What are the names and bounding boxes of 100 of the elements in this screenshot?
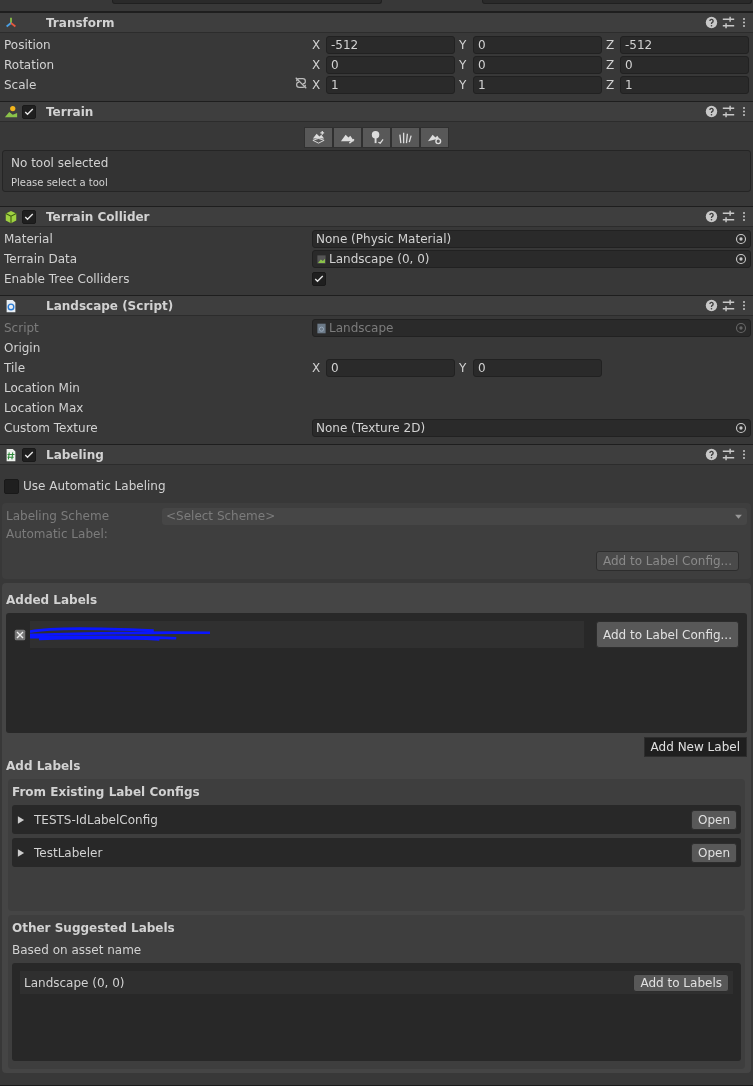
section-title: Added Labels [6,592,99,609]
number-field[interactable]: 0 [326,359,455,377]
checkbox[interactable] [4,478,19,494]
help-icon[interactable] [705,105,718,118]
axis-label: Z [606,77,616,94]
axis-label: Y [459,37,468,54]
expand-arrow-icon[interactable] [16,847,26,858]
add-new-label-button[interactable]: Add New Label [643,737,747,757]
field-label: Script [4,320,40,337]
checkbox[interactable] [312,272,326,286]
component-title: Terrain [46,103,95,121]
field-label: Scale [4,77,37,94]
checkbox-label: Use Automatic Labeling [23,478,166,495]
tree-icon [369,130,384,145]
suggestion-name: Landscape (0, 0) [24,974,126,992]
enable-checkbox[interactable] [22,104,36,119]
tool-button[interactable] [362,127,391,148]
number-field[interactable]: 0 [620,56,749,74]
component-header[interactable]: Transform [0,12,753,33]
field-label: Automatic Label: [6,526,109,543]
label-field[interactable] [30,621,584,648]
component-header[interactable]: Labeling [0,444,753,465]
object-picker-icon[interactable] [735,422,747,434]
config-row[interactable]: TestLabeler Open [12,838,741,867]
axes-icon [4,15,18,30]
number-field[interactable]: -512 [620,36,749,54]
field-label: Position [4,37,52,54]
field-label: Material [4,231,54,248]
number-field[interactable]: 0 [473,359,602,377]
axis-label: Y [459,360,468,377]
script-icon [4,298,18,313]
object-field[interactable]: None (Physic Material) [312,230,751,248]
config-name: TestLabeler [34,844,104,862]
tool-button[interactable] [333,127,362,148]
tool-button[interactable] [304,127,333,148]
number-field[interactable]: 0 [326,56,455,74]
sliders-icon[interactable] [722,16,735,29]
remove-icon[interactable] [14,628,26,641]
field-label: Labeling Scheme [6,508,110,525]
component-title: Landscape (Script) [46,297,175,315]
number-field[interactable]: 1 [473,76,602,94]
number-field[interactable]: 0 [473,56,602,74]
enable-checkbox[interactable] [22,447,36,462]
axis-label: Z [606,57,616,74]
config-row[interactable]: TESTS-IdLabelConfig Open [12,805,741,834]
field-label: Origin [4,340,42,357]
section-title: From Existing Label Configs [12,784,201,801]
raise-terrain-icon [311,130,326,145]
field-label: Enable Tree Colliders [4,271,131,288]
help-icon[interactable] [705,210,718,223]
field-label: Custom Texture [4,420,99,437]
open-button[interactable]: Open [690,809,737,830]
object-field[interactable]: Landscape (0, 0) [312,250,751,268]
component-title: Terrain Collider [46,208,151,226]
axis-label: Z [606,37,616,54]
component-header[interactable]: Terrain [0,101,753,122]
enable-checkbox[interactable] [22,209,36,224]
help-icon[interactable] [705,299,718,312]
object-picker-icon[interactable] [735,233,747,245]
unlinked-chain-icon[interactable] [294,76,308,90]
field-label: Location Min [4,380,81,397]
expand-arrow-icon[interactable] [16,814,26,825]
number-field[interactable]: 0 [473,36,602,54]
terrain-icon [4,104,18,119]
axis-label: X [312,77,322,94]
object-field[interactable]: None (Texture 2D) [312,419,751,437]
add-to-config-button[interactable]: Add to Label Config... [595,621,739,648]
axis-label: X [312,37,322,54]
component-header[interactable]: Terrain Collider [0,206,753,227]
number-field[interactable]: -512 [326,36,455,54]
sliders-icon[interactable] [722,105,735,118]
object-picker-icon[interactable] [735,253,747,265]
section-title: Other Suggested Labels [12,920,176,937]
number-field[interactable]: 1 [620,76,749,94]
component-header[interactable]: Landscape (Script) [0,295,753,316]
axis-label: X [312,57,322,74]
sliders-icon[interactable] [722,448,735,461]
help-title: No tool selected [11,155,110,172]
help-icon[interactable] [705,448,718,461]
add-to-labels-button[interactable]: Add to Labels [633,973,729,992]
subtitle-text: Based on asset name [12,942,143,959]
component-title: Transform [46,14,116,32]
axis-label: Y [459,77,468,94]
field-label: Location Max [4,400,85,417]
config-name: TESTS-IdLabelConfig [34,811,159,829]
tool-button[interactable] [391,127,420,148]
help-text: Please select a tool [11,176,109,190]
help-icon[interactable] [705,16,718,29]
axis-label: Y [459,57,468,74]
field-label: Rotation [4,57,56,74]
field-label: Terrain Data [4,251,79,268]
sliders-icon[interactable] [722,210,735,223]
script-asset-icon [316,322,327,334]
open-button[interactable]: Open [690,842,737,863]
number-field[interactable]: 1 [326,76,455,94]
axis-label: X [312,360,322,377]
component-title: Labeling [46,446,105,464]
cube-icon [4,209,18,224]
sliders-icon[interactable] [722,299,735,312]
tool-button[interactable] [420,127,449,148]
